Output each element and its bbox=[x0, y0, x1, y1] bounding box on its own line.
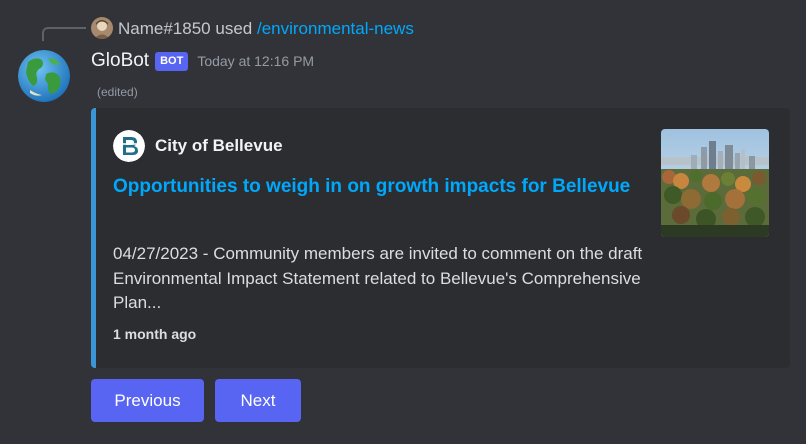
reply-username[interactable]: Name#1850 bbox=[118, 19, 211, 38]
edited-label: (edited) bbox=[97, 85, 138, 99]
slash-command-link[interactable]: /environmental-news bbox=[257, 19, 414, 38]
embed-accent-bar bbox=[91, 108, 96, 368]
message-header: GloBot BOT Today at 12:16 PM bbox=[91, 47, 314, 75]
reply-reference[interactable]: Name#1850 used /environmental-news bbox=[0, 0, 806, 44]
embed-author-name: City of Bellevue bbox=[155, 136, 283, 155]
reply-spine-line bbox=[42, 27, 86, 41]
reply-text: Name#1850 used /environmental-news bbox=[118, 17, 414, 41]
embed-footer-timestamp: 1 month ago bbox=[113, 326, 197, 342]
previous-button[interactable]: Previous bbox=[91, 379, 204, 422]
user-avatar-icon[interactable] bbox=[91, 17, 113, 39]
bellevue-skyline-thumbnail[interactable] bbox=[661, 129, 769, 237]
link-embed: City of Bellevue Opportunities to weigh … bbox=[91, 108, 790, 368]
reply-used-label: used bbox=[215, 19, 253, 38]
next-button[interactable]: Next bbox=[215, 379, 301, 422]
embed-title-link[interactable]: Opportunities to weigh in on growth impa… bbox=[113, 172, 633, 202]
message-timestamp[interactable]: Today at 12:16 PM bbox=[197, 53, 314, 69]
bot-badge: BOT bbox=[155, 51, 189, 71]
bot-username[interactable]: GloBot bbox=[91, 50, 149, 72]
earth-globe-icon[interactable] bbox=[18, 50, 70, 102]
embed-author: City of Bellevue bbox=[113, 130, 283, 162]
embed-description: 04/27/2023 - Community members are invit… bbox=[113, 244, 643, 312]
city-of-bellevue-logo-icon bbox=[113, 130, 145, 162]
